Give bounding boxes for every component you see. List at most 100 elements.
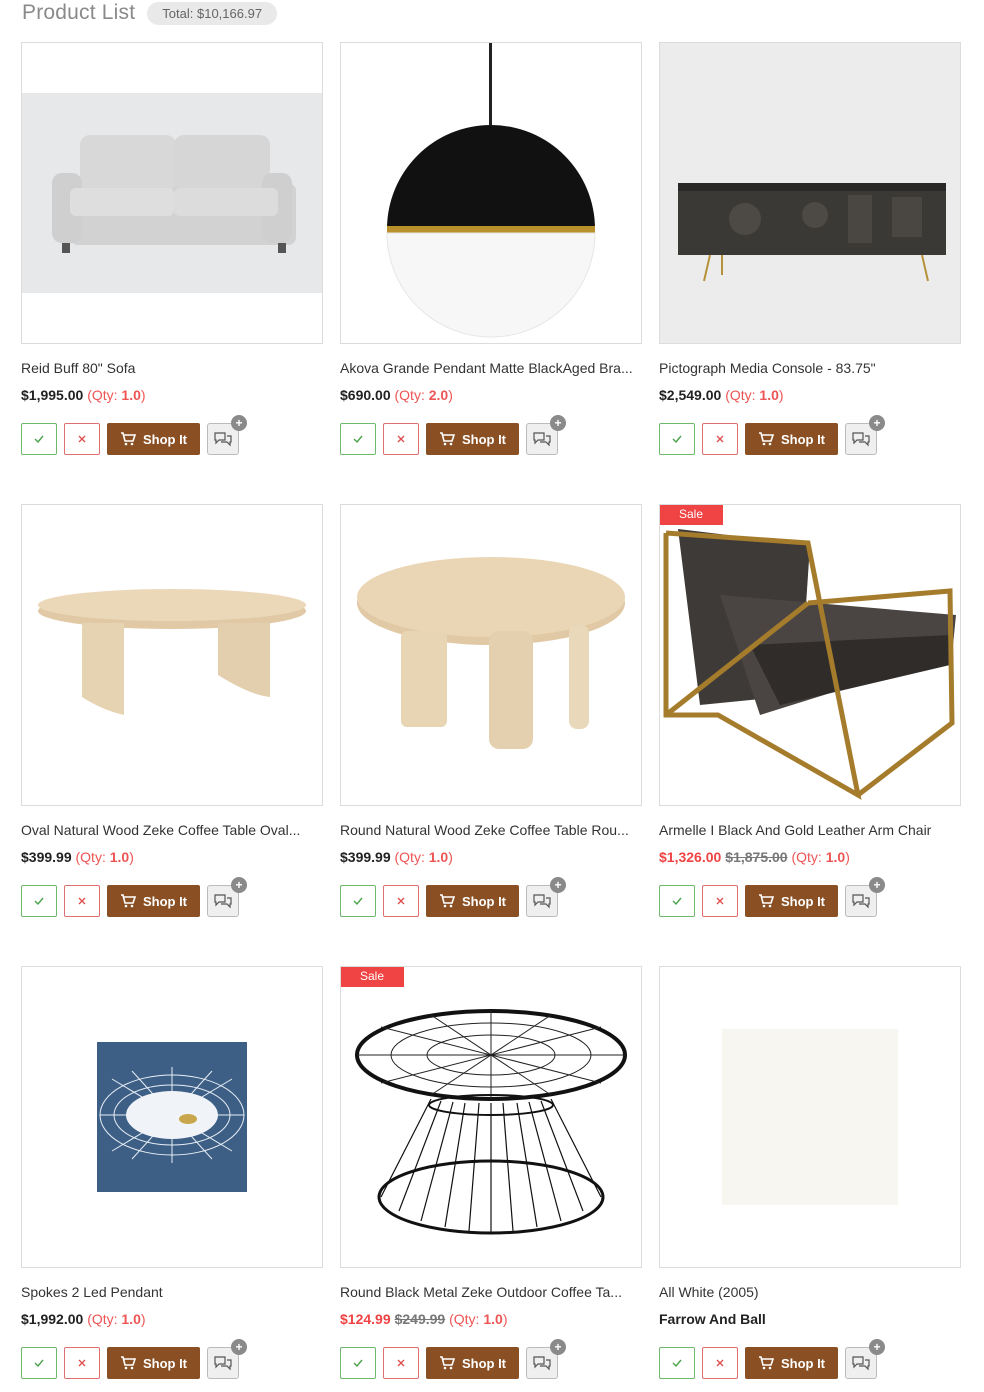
metal-coffee-table-image — [355, 1009, 627, 1235]
plus-icon[interactable]: + — [231, 415, 247, 431]
chat-button[interactable]: + — [845, 415, 885, 455]
accept-button[interactable] — [340, 885, 376, 917]
product-actions: Shop It + — [659, 877, 961, 917]
shop-it-button[interactable]: Shop It — [426, 423, 519, 455]
plus-icon[interactable]: + — [550, 415, 566, 431]
close-icon — [397, 1359, 405, 1367]
spokes-pendant-image — [97, 1042, 247, 1192]
plus-icon[interactable]: + — [869, 877, 885, 893]
product-image[interactable] — [340, 504, 642, 806]
reject-button[interactable] — [383, 1347, 419, 1379]
price-line: Farrow And Ball — [659, 1309, 961, 1329]
chat-button[interactable]: + — [526, 1339, 566, 1379]
product-name[interactable]: Spokes 2 Led Pendant — [21, 1282, 323, 1302]
product-price: $1,326.00 — [659, 849, 722, 865]
close-icon — [397, 897, 405, 905]
chat-bubbles-icon — [852, 894, 870, 909]
close-icon — [78, 897, 86, 905]
product-price: $2,549.00 — [659, 387, 722, 403]
close-icon — [78, 435, 86, 443]
plus-icon[interactable]: + — [869, 415, 885, 431]
plus-icon[interactable]: + — [869, 1339, 885, 1355]
page-header: Product List Total: $10,166.97 — [22, 0, 278, 26]
reject-button[interactable] — [383, 423, 419, 455]
oval-coffee-table-image — [38, 589, 306, 715]
product-name[interactable]: Round Natural Wood Zeke Coffee Table Rou… — [340, 820, 642, 840]
accept-button[interactable] — [340, 1347, 376, 1379]
chat-button[interactable]: + — [845, 1339, 885, 1379]
reject-button[interactable] — [383, 885, 419, 917]
chat-button[interactable]: + — [207, 877, 247, 917]
reject-button[interactable] — [64, 885, 100, 917]
plus-icon[interactable]: + — [231, 877, 247, 893]
chat-button[interactable]: + — [207, 1339, 247, 1379]
price-line: $124.99 $249.99 (Qty: 1.0) — [340, 1309, 642, 1329]
chat-button[interactable]: + — [526, 415, 566, 455]
accept-button[interactable] — [659, 423, 695, 455]
chat-bubbles-icon — [533, 1356, 551, 1371]
product-image[interactable]: Sale — [340, 966, 642, 1268]
accept-button[interactable] — [21, 885, 57, 917]
product-actions: Shop It + — [340, 1339, 642, 1379]
check-icon — [672, 897, 682, 906]
product-image[interactable]: Sale — [659, 504, 961, 806]
product-image[interactable] — [21, 42, 323, 344]
page-title: Product List — [22, 1, 136, 24]
product-image[interactable] — [659, 42, 961, 344]
product-qty: (Qty: 1.0) — [725, 387, 784, 403]
shop-it-button[interactable]: Shop It — [745, 1347, 838, 1379]
product-price: $1,995.00 — [21, 387, 84, 403]
shop-it-button[interactable]: Shop It — [107, 423, 200, 455]
product-name[interactable]: Round Black Metal Zeke Outdoor Coffee Ta… — [340, 1282, 642, 1302]
chat-button[interactable]: + — [526, 877, 566, 917]
chat-button[interactable]: + — [845, 877, 885, 917]
chat-bubbles-icon — [214, 432, 232, 447]
accept-button[interactable] — [340, 423, 376, 455]
price-line: $690.00 (Qty: 2.0) — [340, 385, 642, 405]
shop-it-button[interactable]: Shop It — [745, 885, 838, 917]
reject-button[interactable] — [702, 1347, 738, 1379]
product-qty: (Qty: 1.0) — [75, 849, 134, 865]
product-qty: (Qty: 1.0) — [394, 849, 453, 865]
close-icon — [78, 1359, 86, 1367]
product-image[interactable] — [340, 42, 642, 344]
plus-icon[interactable]: + — [550, 877, 566, 893]
shop-it-button[interactable]: Shop It — [426, 885, 519, 917]
reject-button[interactable] — [702, 423, 738, 455]
product-price: $690.00 — [340, 387, 391, 403]
plus-icon[interactable]: + — [550, 1339, 566, 1355]
round-coffee-table-image — [357, 557, 625, 749]
reject-button[interactable] — [64, 423, 100, 455]
check-icon — [34, 435, 44, 444]
accept-button[interactable] — [659, 885, 695, 917]
product-name[interactable]: Akova Grande Pendant Matte BlackAged Bra… — [340, 358, 642, 378]
accept-button[interactable] — [659, 1347, 695, 1379]
shop-it-button[interactable]: Shop It — [107, 1347, 200, 1379]
price-line: $399.99 (Qty: 1.0) — [21, 847, 323, 867]
plus-icon[interactable]: + — [231, 1339, 247, 1355]
product-image[interactable] — [21, 966, 323, 1268]
product-image[interactable] — [659, 966, 961, 1268]
accept-button[interactable] — [21, 423, 57, 455]
product-actions: Shop It + — [21, 1339, 323, 1379]
product-name[interactable]: Reid Buff 80" Sofa — [21, 358, 323, 378]
reject-button[interactable] — [64, 1347, 100, 1379]
product-price: $124.99 — [340, 1311, 391, 1327]
product-name[interactable]: Armelle I Black And Gold Leather Arm Cha… — [659, 820, 961, 840]
product-image[interactable] — [21, 504, 323, 806]
chat-button[interactable]: + — [207, 415, 247, 455]
reject-button[interactable] — [702, 885, 738, 917]
product-card: Pictograph Media Console - 83.75" $2,549… — [659, 42, 961, 455]
product-name[interactable]: Oval Natural Wood Zeke Coffee Table Oval… — [21, 820, 323, 840]
product-actions: Shop It + — [659, 1339, 961, 1379]
product-old-price: $249.99 — [394, 1311, 446, 1327]
product-name[interactable]: Pictograph Media Console - 83.75" — [659, 358, 961, 378]
accept-button[interactable] — [21, 1347, 57, 1379]
product-price: $1,992.00 — [21, 1311, 84, 1327]
shop-it-button[interactable]: Shop It — [745, 423, 838, 455]
shop-it-button[interactable]: Shop It — [107, 885, 200, 917]
close-icon — [716, 435, 724, 443]
product-name[interactable]: All White (2005) — [659, 1282, 961, 1302]
shop-it-button[interactable]: Shop It — [426, 1347, 519, 1379]
product-card: Oval Natural Wood Zeke Coffee Table Oval… — [21, 504, 323, 917]
